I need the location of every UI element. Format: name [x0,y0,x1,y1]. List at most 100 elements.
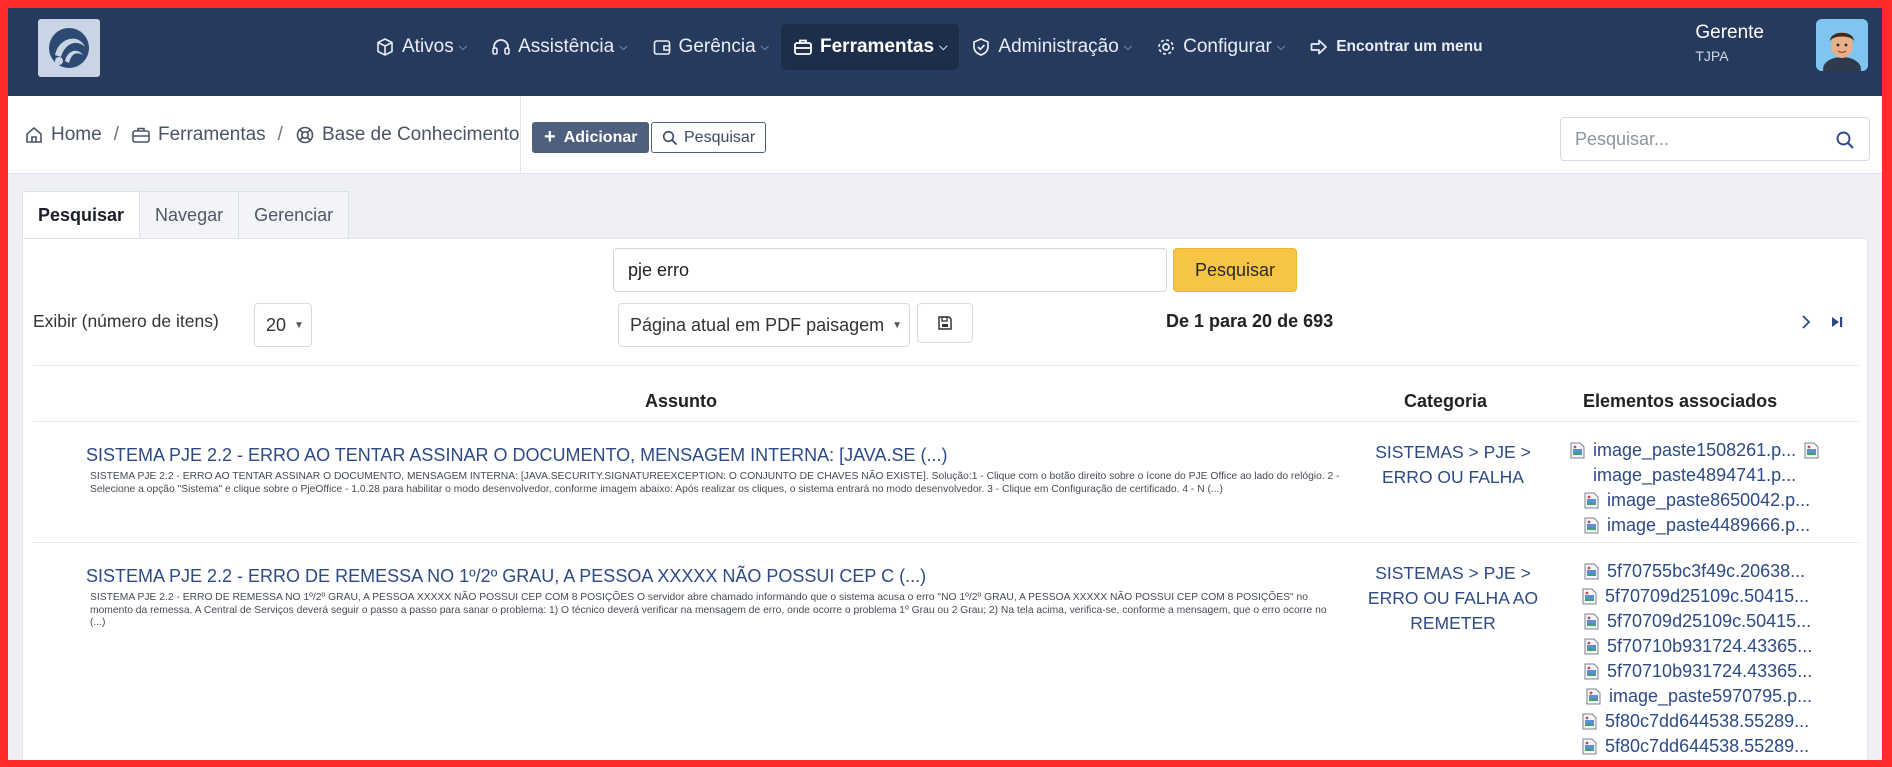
app-logo[interactable] [38,19,100,77]
next-page-icon[interactable] [1798,314,1814,330]
search-icon [662,130,678,146]
category-line: ERRO OU FALHA AO [1367,588,1539,608]
attachment-name: image_paste4894741.p... [1593,465,1797,485]
search-icon[interactable] [1835,130,1855,150]
breadcrumb-separator: / [113,124,119,145]
add-button[interactable]: + Adicionar [532,122,650,153]
menu-assistencia[interactable]: Assistência ⌵ [479,24,639,70]
avatar[interactable] [1816,19,1868,71]
breadcrumb-tools[interactable]: Ferramentas [131,124,266,146]
find-menu-button[interactable]: Encontrar um menu [1297,24,1494,70]
row-snippet: SISTEMA PJE 2.2 - ERRO AO TENTAR ASSINAR… [90,471,1340,495]
tab-gerenciar[interactable]: Gerenciar [238,191,350,239]
column-header-subject[interactable]: Assunto [645,391,717,412]
attachment-name: 5f70755bc3f49c.20638... [1607,561,1806,581]
search-toggle-button[interactable]: Pesquisar [651,122,767,153]
attachment-link[interactable]: 5f70755bc3f49c.20638... [1570,559,1870,584]
briefcase-icon [793,37,813,57]
attachments-list: 5f70755bc3f49c.20638... 5f70709d25109c.5… [1570,559,1870,759]
breadcrumb-knowledge-base[interactable]: Base de Conhecimento [295,124,520,146]
attachment-name: 5f80c7dd644538.55289... [1605,711,1810,731]
user-avatar-icon [1816,19,1868,71]
image-file-icon [1584,563,1599,580]
tab-pesquisar[interactable]: Pesquisar [22,191,141,239]
row-category-link[interactable]: SISTEMAS > PJE > ERRO OU FALHA AO REMETE… [1337,561,1569,636]
divider [33,421,1859,422]
image-file-icon [1582,713,1597,730]
attachment-link[interactable]: 5f80c7dd644538.55289... [1570,734,1870,759]
attachment-link[interactable]: image_paste4894741.p... [1570,463,1870,488]
floppy-disk-icon [938,316,952,330]
user-name: Gerente [1695,22,1764,43]
attachment-link[interactable]: 5f70709d25109c.50415... [1570,609,1870,634]
image-file-icon [1584,663,1599,680]
menu-ferramentas[interactable]: Ferramentas ⌵ [781,24,960,70]
attachment-link[interactable]: image_paste8650042.p... [1570,488,1870,513]
breadcrumb-separator: / [277,124,283,145]
plus-icon: + [544,126,556,148]
menu-configurar[interactable]: Configurar ⌵ [1144,24,1297,70]
user-entity: TJPA [1695,48,1729,64]
tab-navegar[interactable]: Navegar [139,191,240,239]
row-title-link[interactable]: SISTEMA PJE 2.2 - ERRO DE REMESSA NO 1º/… [86,566,926,587]
attachment-link[interactable]: image_paste5970795.p... [1570,684,1870,709]
global-search [1560,117,1870,161]
divider [33,365,1859,366]
attachment-link[interactable]: 5f80c7dd644538.55289... [1570,709,1870,734]
global-search-input[interactable] [1561,128,1811,150]
divider [33,542,1859,543]
items-per-page-select[interactable]: 20 ▼ [254,303,312,347]
items-per-page-label: Exibir (número de itens) [33,311,219,331]
column-header-category[interactable]: Categoria [1404,391,1487,412]
export-format-select[interactable]: Página atual em PDF paisagem ▼ [618,303,910,347]
kb-search-button[interactable]: Pesquisar [1173,248,1297,292]
attachment-link[interactable]: 5f70710b931724.43365... [1570,634,1870,659]
menu-ativos-label: Ativos [402,36,454,57]
menu-ativos[interactable]: Ativos ⌵ [363,24,479,70]
breadcrumb-home-label: Home [51,124,102,145]
kb-search-input[interactable]: pje erro [613,248,1167,292]
row-category-link[interactable]: SISTEMAS > PJE > ERRO OU FALHA [1337,440,1569,490]
last-page-icon[interactable] [1829,314,1845,330]
row-title-link[interactable]: SISTEMA PJE 2.2 - ERRO AO TENTAR ASSINAR… [86,445,948,466]
category-line: SISTEMAS > PJE > [1375,563,1531,583]
category-line: SISTEMAS > PJE > [1375,442,1531,462]
attachment-name: 5f70709d25109c.50415... [1607,611,1812,631]
pagination-summary: De 1 para 20 de 693 [1166,311,1334,331]
attachment-name: 5f80c7dd644538.55289... [1605,736,1810,756]
headset-icon [491,37,511,57]
menu-gerencia-label: Gerência [678,36,756,57]
attachments-list: image_paste1508261.p... image_paste48947… [1570,438,1870,538]
gear-icon [1156,37,1176,57]
breadcrumb-home[interactable]: Home [24,124,102,146]
menu-ferramentas-label: Ferramentas [820,36,935,57]
search-panel: pje erro Pesquisar Exibir (número de ite… [22,238,1868,760]
home-icon [24,125,44,145]
menu-administracao[interactable]: Administração ⌵ [959,24,1144,70]
user-info[interactable]: Gerente TJPA [1695,22,1764,64]
attachment-link[interactable]: 5f70710b931724.43365... [1570,659,1870,684]
chevron-down-icon: ⌵ [939,40,948,53]
kb-tabs: Pesquisar Navegar Gerenciar [22,191,350,239]
menu-gerencia[interactable]: Gerência ⌵ [640,24,781,70]
box-icon [375,37,395,57]
category-line: REMETER [1410,613,1496,633]
export-save-button[interactable] [917,303,973,343]
caret-down-icon: ▼ [294,319,304,331]
caret-down-icon: ▼ [892,319,903,331]
menu-administracao-label: Administração [998,36,1119,57]
image-file-icon [1804,442,1819,459]
attachment-name: 5f70710b931724.43365... [1607,636,1813,656]
breadcrumb: Home / Ferramentas / Base de Conheciment… [24,96,519,174]
menu-assistencia-label: Assistência [518,36,615,57]
logo-icon [49,28,89,68]
attachment-link[interactable]: image_paste1508261.p... [1570,438,1870,463]
attachment-link[interactable]: 5f70709d25109c.50415... [1570,584,1870,609]
chevron-down-icon: ⌵ [619,40,628,53]
chevron-down-icon: ⌵ [1276,40,1286,53]
attachment-link[interactable]: image_paste4489666.p... [1570,513,1870,538]
breadcrumb-kb-label: Base de Conhecimento [321,124,520,145]
attachment-name: image_paste8650042.p... [1607,490,1811,510]
image-file-icon [1582,588,1597,605]
breadcrumb-bar: Home / Ferramentas / Base de Conheciment… [8,96,1882,174]
